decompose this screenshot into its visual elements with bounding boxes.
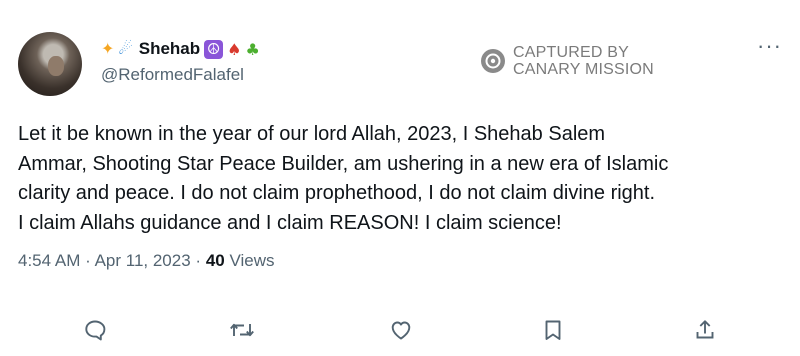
retweet-icon[interactable] [229, 318, 255, 342]
views-label: Views [229, 251, 275, 270]
reply-button[interactable] [80, 315, 110, 345]
action-bar [0, 315, 800, 345]
meta-separator: · [85, 251, 91, 270]
tweet-text: Let it be known in the year of our lord … [18, 123, 669, 234]
comet-emoji-icon: ☄ [118, 39, 133, 58]
like-button[interactable] [386, 315, 416, 345]
seedling-icon: ♣ [245, 39, 260, 59]
user-name-row[interactable]: ✦ ☄ Shehab ☮ ♠ ♣ [101, 38, 260, 60]
reply-icon[interactable] [83, 318, 107, 342]
more-dots-icon[interactable]: ··· [757, 33, 782, 58]
meta-separator: · [195, 251, 202, 270]
user-handle[interactable]: @ReformedFalafel [101, 65, 244, 85]
tweet-meta: 4:54 AM · Apr 11, 2023 · 40 Views [18, 251, 275, 271]
share-icon[interactable] [693, 318, 717, 342]
retweet-button[interactable] [227, 315, 257, 345]
tweet-date[interactable]: Apr 11, 2023 [95, 251, 191, 270]
views-count: 40 [205, 251, 225, 270]
watermark: CAPTURED BY CANARY MISSION [481, 44, 654, 78]
canary-logo-icon [481, 49, 505, 73]
like-icon[interactable] [389, 318, 413, 342]
avatar[interactable] [18, 32, 82, 96]
share-button[interactable] [690, 315, 720, 345]
tweet-time[interactable]: 4:54 AM [18, 251, 80, 270]
more-options-button[interactable]: ··· [757, 35, 782, 57]
bookmark-icon[interactable] [542, 318, 564, 342]
watermark-line-2: CANARY MISSION [513, 61, 654, 78]
watermark-line-1: CAPTURED BY [513, 44, 629, 61]
star-emoji-icon: ✦ [101, 39, 115, 58]
display-name[interactable]: Shehab [139, 39, 200, 59]
peace-symbol-icon: ☮ [204, 39, 224, 59]
bookmark-button[interactable] [538, 315, 568, 345]
mushroom-icon: ♠ [227, 39, 242, 59]
